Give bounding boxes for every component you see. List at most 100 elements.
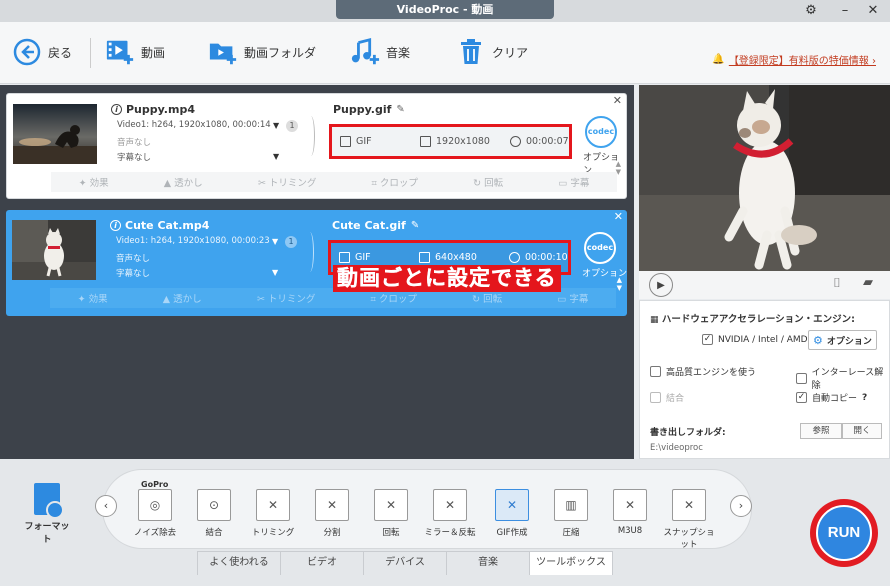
- audio-track-select[interactable]: 音声なし: [116, 252, 150, 264]
- chevron-down-icon[interactable]: ▼: [273, 121, 279, 130]
- high-quality-label: 高品質エンジンを使う: [666, 368, 757, 378]
- add-music-label: 音楽: [386, 45, 411, 60]
- info-icon[interactable]: i: [110, 220, 121, 231]
- promo-notice-link[interactable]: 🔔 【登録限定】有料版の特価情報 ›: [712, 52, 876, 67]
- effect-button[interactable]: ✦ 効果: [79, 175, 109, 189]
- watermark-button[interactable]: ▲ 透かし: [164, 175, 203, 189]
- tool-m3u8[interactable]: ✕ M3U8: [601, 489, 659, 536]
- video-track-select[interactable]: Video1: h264, 1920x1080, 00:00:14: [117, 120, 271, 130]
- gpu-label: NVIDIA / Intel / AMD: [718, 334, 808, 345]
- clear-label: クリア: [492, 45, 529, 60]
- tool-gif-maker[interactable]: ✕ GIF作成: [477, 485, 541, 547]
- remove-item-close-icon[interactable]: ✕: [613, 94, 622, 107]
- tool-mirror-flip[interactable]: ✕ ミラー＆反転: [421, 489, 479, 538]
- checkbox-icon: [796, 372, 807, 384]
- gpu-checkbox[interactable]: ✓ NVIDIA / Intel / AMD: [702, 334, 808, 345]
- audio-track-select[interactable]: 音声なし: [117, 136, 151, 148]
- add-folder-button[interactable]: 動画フォルダ: [208, 34, 316, 70]
- video-list: i Puppy.mp4 Video1: h264, 1920x1080, 00:…: [0, 85, 634, 459]
- help-icon[interactable]: ?: [862, 393, 867, 403]
- clear-button[interactable]: クリア: [456, 34, 528, 70]
- video-item[interactable]: i Cute Cat.mp4 Video1: h264, 1920x1080, …: [6, 210, 627, 316]
- remove-item-close-icon[interactable]: ✕: [614, 210, 623, 223]
- trim-button[interactable]: ✂ トリミング: [258, 175, 317, 189]
- chevron-down-icon[interactable]: ▼: [273, 152, 279, 161]
- pencil-icon[interactable]: ✎: [411, 220, 419, 231]
- output-file-name[interactable]: Puppy.gif ✎: [333, 103, 405, 116]
- resolution-label: 640x480: [435, 252, 477, 263]
- tool-snapshot[interactable]: ✕ スナップショット: [660, 489, 718, 550]
- browse-button[interactable]: 参照: [800, 423, 842, 439]
- video-thumbnail: [13, 104, 97, 164]
- subtitle-track-select[interactable]: 字幕なし: [116, 267, 150, 279]
- rotate-button[interactable]: ↻ 回転: [473, 175, 503, 189]
- output-folder-title: 書き出しフォルダ:: [650, 428, 726, 438]
- tool-split[interactable]: ✕ 分割: [303, 489, 361, 538]
- tab-video[interactable]: ビデオ: [280, 551, 364, 575]
- close-window-button[interactable]: ✕: [864, 2, 882, 20]
- rotate-button[interactable]: ↻ 回転: [472, 291, 502, 305]
- main-toolbar: 戻る 動画 動画フォルダ 音楽 クリア 🔔 【登録限定】有料版の特価情報 ›: [0, 22, 890, 84]
- open-folder-icon[interactable]: ▰: [863, 275, 873, 290]
- tab-popular[interactable]: よく使われる: [197, 551, 281, 575]
- auto-copy-checkbox[interactable]: ✓ 自動コピー ?: [796, 391, 867, 404]
- effect-button[interactable]: ✦ 効果: [78, 291, 108, 305]
- codec-option-icon[interactable]: codec: [585, 116, 617, 148]
- chip-icon: ▦: [650, 315, 659, 325]
- deinterlace-checkbox[interactable]: インターレース解除: [796, 365, 889, 391]
- camera-icon[interactable]: ⌷: [833, 276, 841, 291]
- tab-music[interactable]: 音楽: [446, 551, 530, 575]
- add-video-button[interactable]: 動画: [105, 34, 165, 70]
- back-button[interactable]: 戻る: [12, 34, 72, 70]
- settings-gear-icon[interactable]: ⚙: [802, 2, 820, 20]
- tool-rotate[interactable]: ✕ 回転: [362, 489, 420, 538]
- subtitle-button[interactable]: ▭ 字幕: [558, 175, 589, 189]
- subtitle-label: 字幕: [569, 294, 589, 305]
- trim-button[interactable]: ✂ トリミング: [257, 291, 316, 305]
- subtitle-label: 字幕: [570, 178, 590, 189]
- trim-label: トリミング: [267, 294, 316, 305]
- source-file-name: i Cute Cat.mp4: [110, 219, 209, 232]
- rotate-label: 回転: [483, 294, 503, 305]
- tab-toolbox[interactable]: ツールボックス: [529, 551, 613, 575]
- play-icon[interactable]: ▶: [649, 273, 673, 297]
- trim-tools-icon: ✕: [256, 489, 290, 521]
- checkbox-checked-icon: ✓: [702, 334, 713, 345]
- subtitle-button[interactable]: ▭ 字幕: [557, 291, 588, 305]
- tool-trim[interactable]: ✕ トリミング: [244, 489, 302, 538]
- watermark-button[interactable]: ▲ 透かし: [163, 291, 202, 305]
- tool-compress[interactable]: ▥ 圧縮: [542, 489, 600, 538]
- codec-option-icon[interactable]: codec: [584, 232, 616, 264]
- open-button[interactable]: 開く: [842, 423, 882, 439]
- hw-accel-title-label: ハードウェアアクセラレーション・エンジン:: [661, 314, 855, 325]
- scroll-right-chevron-icon[interactable]: ›: [730, 495, 752, 517]
- reorder-arrows-icon[interactable]: ▲ ▼: [617, 276, 622, 292]
- back-arrow-icon: [12, 37, 42, 67]
- video-item[interactable]: i Puppy.mp4 Video1: h264, 1920x1080, 00:…: [6, 93, 627, 199]
- tool-split-label: 分割: [323, 528, 341, 538]
- format-button[interactable]: フォーマット: [24, 483, 70, 545]
- run-button[interactable]: RUN: [810, 499, 878, 567]
- info-icon[interactable]: i: [111, 104, 122, 115]
- video-track-select[interactable]: Video1: h264, 1920x1080, 00:00:23: [116, 236, 270, 246]
- high-quality-checkbox[interactable]: 高品質エンジンを使う: [650, 365, 756, 378]
- tab-device[interactable]: デバイス: [363, 551, 447, 575]
- minimize-button[interactable]: –: [836, 2, 854, 20]
- output-file-name[interactable]: Cute Cat.gif ✎: [332, 219, 419, 232]
- hw-option-button[interactable]: ⚙ オプション: [808, 330, 877, 350]
- video-preview[interactable]: [639, 85, 890, 271]
- add-music-button[interactable]: 音楽: [350, 34, 410, 70]
- chevron-down-icon[interactable]: ▼: [272, 237, 278, 246]
- subtitle-track-select[interactable]: 字幕なし: [117, 151, 151, 163]
- merge-checkbox[interactable]: 結合: [650, 391, 684, 404]
- crop-button[interactable]: ⌗ クロップ: [371, 291, 417, 305]
- chevron-down-icon[interactable]: ▼: [272, 268, 278, 277]
- output-settings-box[interactable]: GIF 1920x1080 00:00:07: [329, 124, 572, 159]
- tool-denoise[interactable]: ◎ ノイズ除去: [126, 489, 184, 538]
- pencil-icon[interactable]: ✎: [396, 104, 404, 115]
- window-title: VideoProc - 動画: [336, 0, 554, 19]
- tool-denoise-label: ノイズ除去: [133, 528, 177, 538]
- tool-merge[interactable]: ⊙ 結合: [185, 489, 243, 538]
- scroll-left-chevron-icon[interactable]: ‹: [95, 495, 117, 517]
- crop-button[interactable]: ⌗ クロップ: [372, 175, 418, 189]
